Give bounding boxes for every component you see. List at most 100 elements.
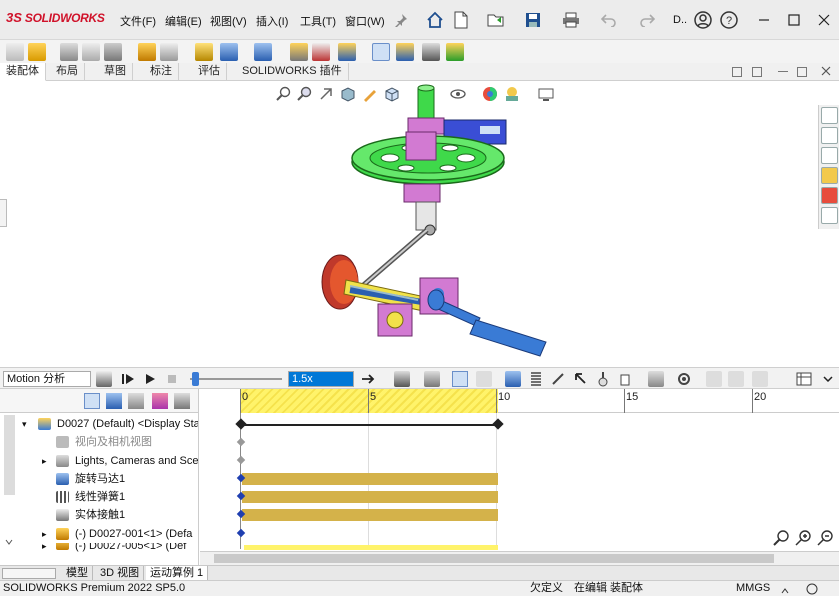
file-explorer-icon[interactable]: [821, 147, 838, 164]
save-icon[interactable]: [522, 9, 544, 31]
filter-selected-icon[interactable]: [128, 393, 144, 409]
tab-model[interactable]: 模型: [62, 566, 93, 581]
redo-icon[interactable]: [636, 9, 658, 31]
large-assembly-icon[interactable]: [446, 43, 464, 61]
move-component-icon[interactable]: [160, 43, 178, 61]
solidworks-logo[interactable]: 3S SOLIDWORKS: [6, 10, 105, 25]
results-and-plots-icon[interactable]: [648, 371, 664, 387]
maximize-button[interactable]: [780, 8, 808, 32]
paperclip-icon[interactable]: [60, 43, 78, 61]
play-from-start-icon[interactable]: [120, 371, 136, 387]
pane-maximize-icon[interactable]: [797, 67, 807, 77]
save-animation-icon[interactable]: [394, 371, 410, 387]
tree-node-linear-spring[interactable]: 线性弹簧1: [0, 488, 198, 506]
tile-icon[interactable]: [732, 67, 742, 77]
tree-node-lights[interactable]: ▸ Lights, Cameras and Sce: [0, 452, 198, 470]
show-hidden-icon[interactable]: [195, 43, 213, 61]
zoom-timeline-icon[interactable]: [728, 371, 744, 387]
menu-view[interactable]: 视图(V): [210, 13, 247, 29]
tab-motion-study-1[interactable]: 运动算例 1: [146, 566, 209, 581]
playback-speed-select[interactable]: 1.5x: [288, 371, 354, 387]
motion-study-properties-icon[interactable]: [676, 371, 692, 387]
tab-markup[interactable]: 标注: [144, 63, 179, 81]
search-truncated[interactable]: D..: [673, 14, 687, 26]
component-preview-icon[interactable]: [82, 43, 100, 61]
spring-icon[interactable]: [528, 371, 544, 387]
tree-node-component-001[interactable]: ▸ (-) D0027-001<1> (Defa: [0, 525, 198, 543]
add-update-key-icon[interactable]: [476, 371, 492, 387]
help-status-icon[interactable]: [806, 583, 818, 595]
custom-properties-icon[interactable]: [821, 207, 838, 224]
timeline[interactable]: 0 5 10 15 20: [200, 389, 839, 565]
view-palette-icon[interactable]: [821, 167, 838, 184]
playback-slider[interactable]: [190, 372, 282, 386]
stop-icon[interactable]: [164, 371, 180, 387]
pane-close-icon[interactable]: [820, 65, 832, 77]
home-icon[interactable]: [424, 9, 446, 31]
assembly-features-icon[interactable]: [220, 43, 238, 61]
time-ruler[interactable]: 0 5 10 15 20: [240, 389, 839, 413]
undo-icon[interactable]: [598, 9, 620, 31]
filter-results-icon[interactable]: [152, 393, 168, 409]
tab-sketch[interactable]: 草图: [98, 63, 133, 81]
motor-icon[interactable]: [505, 371, 521, 387]
tab-scroll-arrows[interactable]: [2, 568, 56, 579]
tab-layout[interactable]: 布局: [50, 63, 85, 81]
new-motion-study-icon[interactable]: [290, 43, 308, 61]
tree-node-rotary-motor[interactable]: 旋转马达1: [0, 470, 198, 488]
component-key[interactable]: [236, 528, 246, 538]
filter-animated-icon[interactable]: [84, 393, 100, 409]
zoom-in-timeline-icon[interactable]: [794, 529, 812, 547]
tab-evaluate[interactable]: 评估: [192, 63, 227, 81]
close-button[interactable]: [810, 8, 838, 32]
chevron-up-icon[interactable]: [780, 585, 790, 594]
pin-icon[interactable]: [390, 9, 412, 31]
collapse-manager-icon[interactable]: [706, 371, 722, 387]
insert-components-icon[interactable]: [6, 43, 24, 61]
instant3d-icon[interactable]: [372, 43, 390, 61]
top-shaft[interactable]: [417, 84, 435, 119]
solid-contact-bar[interactable]: [242, 509, 498, 521]
lights-key[interactable]: [236, 455, 246, 465]
tree-node-component-005[interactable]: ▸ (-) D0027-005<1> (Def: [0, 543, 198, 553]
reference-geometry-icon[interactable]: [254, 43, 272, 61]
autokey-icon[interactable]: [452, 371, 468, 387]
slider-block-left[interactable]: [377, 303, 413, 337]
appearances-icon[interactable]: [821, 187, 838, 204]
design-library-icon[interactable]: [821, 127, 838, 144]
filter-driving-icon[interactable]: [106, 393, 122, 409]
menu-insert[interactable]: 插入(I): [256, 13, 288, 29]
tab-solidworks-addins[interactable]: SOLIDWORKS 插件: [236, 63, 349, 81]
force-icon[interactable]: [572, 371, 588, 387]
exploded-view-icon[interactable]: [338, 43, 356, 61]
play-icon[interactable]: [142, 371, 158, 387]
view-key[interactable]: [236, 437, 246, 447]
tree-node-root[interactable]: ▾ D0027 (Default) <Display Sta: [0, 415, 198, 433]
filter-timeline-icon[interactable]: [752, 371, 768, 387]
update-speedpak-icon[interactable]: [396, 43, 414, 61]
lower-hub[interactable]: [403, 183, 441, 236]
playback-mode-icon[interactable]: [360, 371, 376, 387]
component-bar[interactable]: [244, 545, 498, 550]
connecting-rod[interactable]: [358, 228, 429, 290]
zoom-out-timeline-icon[interactable]: [772, 529, 790, 547]
minimize-button[interactable]: [750, 8, 778, 32]
solidworks-resources-icon[interactable]: [821, 107, 838, 124]
bill-of-materials-icon[interactable]: [312, 43, 330, 61]
menu-file[interactable]: 文件(F): [120, 13, 156, 29]
animation-wizard-icon[interactable]: [424, 371, 440, 387]
linear-spring-bar[interactable]: [242, 491, 498, 503]
pane-minimize-icon[interactable]: [778, 71, 788, 72]
print-icon[interactable]: [560, 9, 582, 31]
rotary-motor-bar[interactable]: [242, 473, 498, 485]
mechanism-model[interactable]: [300, 80, 560, 365]
menu-edit[interactable]: 编辑(E): [165, 13, 202, 29]
tree-node-solid-contact[interactable]: 实体接触1: [0, 506, 198, 524]
feature-tree-flyout-handle[interactable]: [0, 199, 7, 227]
sort-icon[interactable]: [174, 393, 190, 409]
zoom-fit-timeline-icon[interactable]: [816, 529, 834, 547]
new-document-icon[interactable]: [450, 9, 472, 31]
user-account-icon[interactable]: [692, 9, 714, 31]
tree-node-view-camera[interactable]: 视向及相机视图: [0, 433, 198, 451]
restore-pane-icon[interactable]: [752, 67, 762, 77]
